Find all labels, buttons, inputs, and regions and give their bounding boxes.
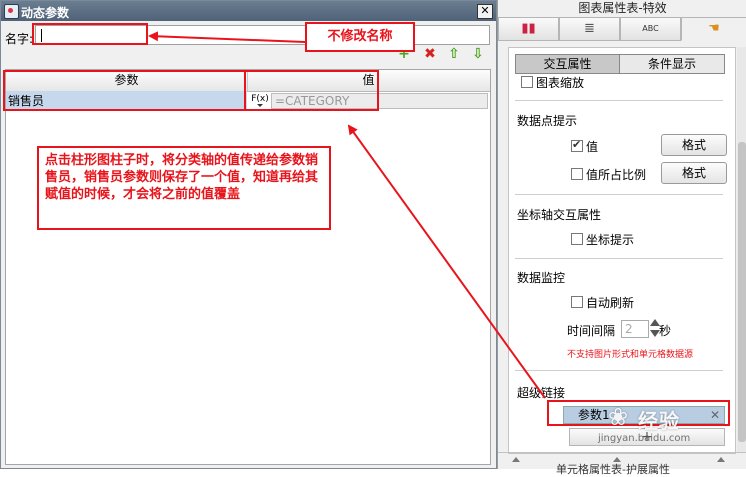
cell-property-label: 单元格属性表-护展属性 bbox=[556, 463, 670, 476]
zoom-checkbox[interactable] bbox=[521, 76, 533, 88]
chart-zoom-option[interactable]: 图表缩放 bbox=[521, 76, 584, 88]
section-title-monitor: 数据监控 bbox=[517, 271, 566, 285]
chart-property-panel: 图表属性表-特效 ▮▮ ≣ ABC ☚ 交互属性 条件显示 图表缩放 数据点提示… bbox=[497, 0, 746, 476]
section-title-datapoint: 数据点提示 bbox=[517, 114, 578, 128]
tab-data[interactable]: ≣ bbox=[559, 17, 620, 41]
interval-unit: 秒 bbox=[659, 324, 672, 338]
axis-tip-label: 坐标提示 bbox=[586, 233, 635, 247]
annotation-description-callout: 点击柱形图柱子时，将分类轴的值传递给参数销售员，销售员参数则保存了一个值，知道再… bbox=[37, 146, 331, 230]
auto-refresh-checkbox[interactable] bbox=[571, 296, 583, 308]
segment-tabs: 交互属性 条件显示 bbox=[515, 54, 725, 74]
divider bbox=[515, 370, 723, 371]
ratio-label: 值所占比例 bbox=[586, 168, 647, 182]
tab-condition-display[interactable]: 条件显示 bbox=[620, 55, 724, 73]
value-tip-option[interactable]: 值 bbox=[571, 138, 598, 155]
add-hyperlink-button[interactable]: + bbox=[569, 428, 725, 446]
tab-effect[interactable]: ☚ bbox=[681, 17, 746, 41]
ratio-format-button[interactable]: 格式 bbox=[661, 162, 727, 184]
divider bbox=[515, 100, 723, 101]
panel-icon-tabs: ▮▮ ≣ ABC ☚ bbox=[498, 17, 746, 41]
divider bbox=[515, 258, 723, 259]
auto-refresh-label: 自动刷新 bbox=[586, 296, 635, 310]
dialog-titlebar: 动态参数 ✕ bbox=[1, 1, 496, 21]
dialog-title: 动态参数 bbox=[21, 6, 70, 20]
highlight-param-column bbox=[3, 70, 246, 111]
tab-chart-type[interactable]: ▮▮ bbox=[498, 17, 559, 41]
annotation-name-callout: 不修改名称 bbox=[305, 22, 415, 52]
move-up-icon[interactable]: ⇧ bbox=[447, 47, 461, 61]
close-button[interactable]: ✕ bbox=[477, 4, 493, 19]
panel-title: 图表属性表-特效 bbox=[578, 1, 667, 15]
delete-param-icon[interactable]: ✖ bbox=[423, 47, 437, 61]
move-down-icon[interactable]: ⇩ bbox=[471, 47, 485, 61]
axis-tip-option[interactable]: 坐标提示 bbox=[571, 231, 634, 248]
value-checkbox[interactable] bbox=[571, 138, 583, 152]
divider bbox=[515, 194, 723, 195]
name-label: 名字: bbox=[5, 32, 34, 46]
section-title-axis: 坐标轴交互属性 bbox=[517, 208, 602, 222]
auto-refresh-option[interactable]: 自动刷新 bbox=[571, 294, 634, 311]
tab-interaction[interactable]: 交互属性 bbox=[516, 55, 620, 73]
collapse-arrow-icon[interactable] bbox=[512, 457, 520, 462]
effect-content: 交互属性 条件显示 图表缩放 数据点提示 值 格式 值所占比例 格式 坐标轴交互… bbox=[508, 47, 736, 454]
param-table: 参数 值 销售员 F(x) =CATEGORY bbox=[5, 69, 491, 465]
zoom-label: 图表缩放 bbox=[536, 76, 585, 88]
highlight-value-column bbox=[244, 70, 379, 111]
collapse-arrow-icon[interactable] bbox=[717, 457, 725, 462]
value-format-button[interactable]: 格式 bbox=[661, 134, 727, 156]
database-icon: ≣ bbox=[584, 21, 595, 36]
bar-chart-icon: ▮▮ bbox=[521, 21, 536, 36]
interval-spinner-input[interactable]: 2 bbox=[621, 320, 649, 338]
java-app-icon bbox=[4, 4, 19, 19]
ratio-checkbox[interactable] bbox=[571, 168, 583, 180]
ratio-tip-option[interactable]: 值所占比例 bbox=[571, 166, 646, 183]
highlight-hyperlink-item bbox=[547, 400, 730, 426]
monitor-warning: 不支持图片形式和单元格数据源 bbox=[567, 350, 694, 360]
interval-label: 时间间隔 bbox=[567, 324, 616, 338]
section-title-hyperlink: 超级链接 bbox=[517, 386, 566, 400]
axis-tip-checkbox[interactable] bbox=[571, 233, 583, 245]
panel-scrollbar[interactable] bbox=[737, 47, 746, 452]
text-style-icon: ABC bbox=[642, 24, 659, 33]
panel-bottom-bar: 单元格属性表-护展属性 bbox=[498, 452, 746, 476]
value-label: 值 bbox=[586, 140, 599, 154]
hand-effect-icon: ☚ bbox=[708, 21, 720, 36]
scrollbar-thumb[interactable] bbox=[738, 142, 746, 442]
highlight-name-input bbox=[32, 23, 148, 45]
tab-style[interactable]: ABC bbox=[620, 17, 681, 41]
